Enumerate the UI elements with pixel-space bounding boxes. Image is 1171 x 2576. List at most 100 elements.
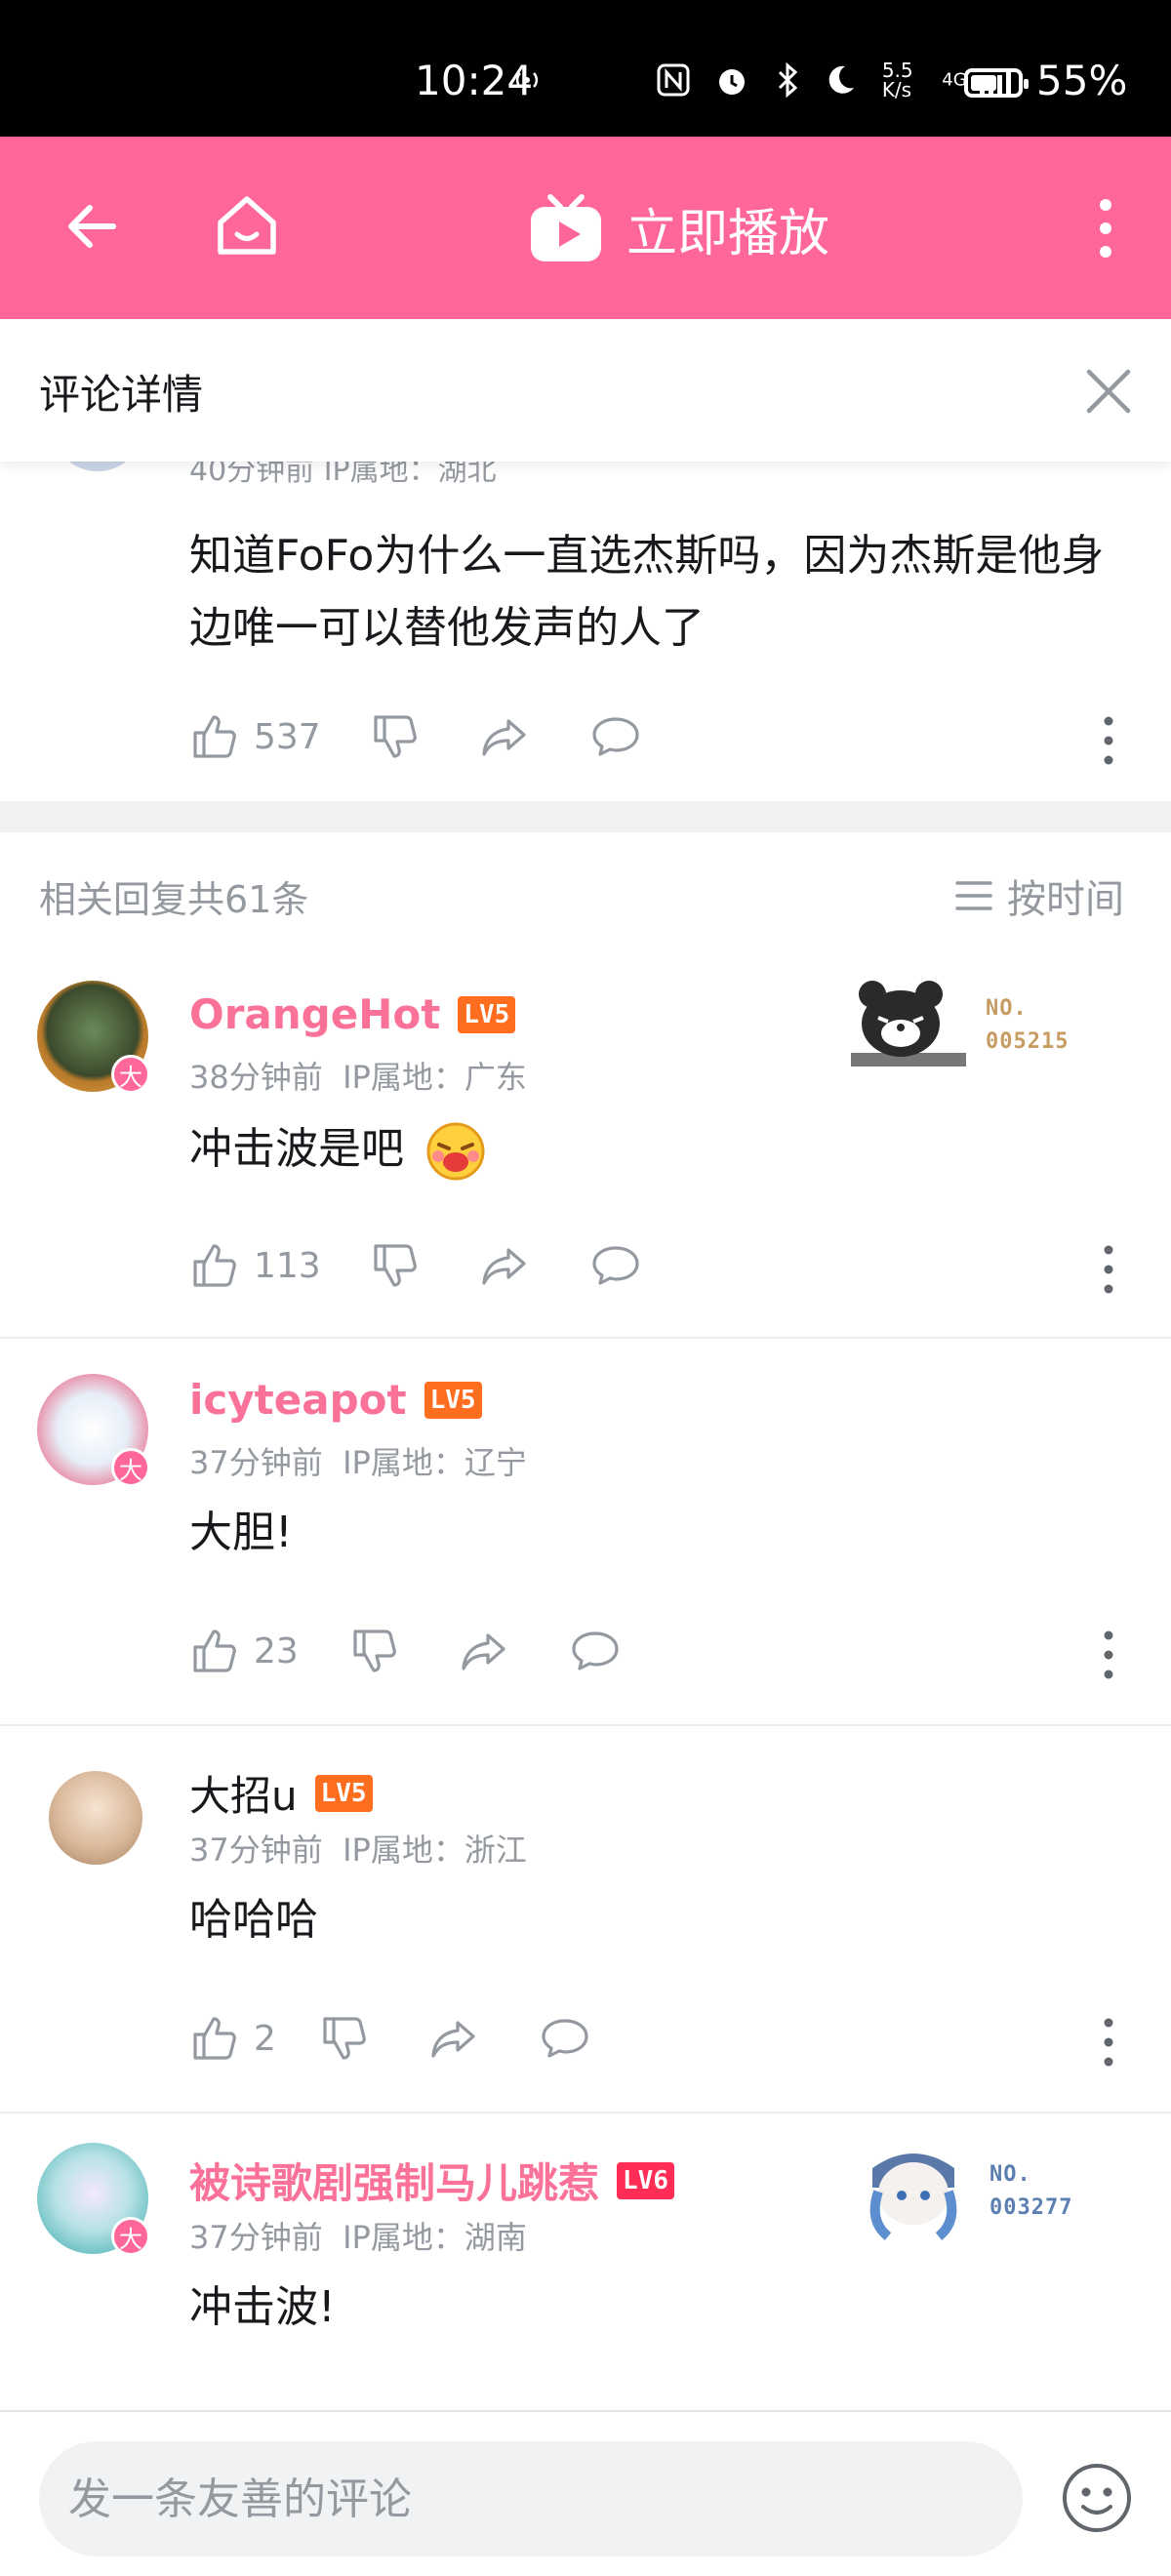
reply-ip: IP属地：辽宁 <box>343 1444 527 1481</box>
emoji-icon[interactable] <box>1060 2461 1134 2535</box>
avatar[interactable]: 大 <box>37 2143 150 2256</box>
alarm-icon <box>719 69 746 95</box>
reply-item: 大招u LV5 37分钟前 IP属地：浙江 哈哈哈 2 <box>0 1726 1171 2113</box>
level-badge: LV6 <box>617 2161 674 2199</box>
main-comment: 40分钟前 IP属地：湖北 知道FoFo为什么一直选杰斯吗，因为杰斯是他身边唯一… <box>0 432 1171 801</box>
reply-item: 大 被诗歌剧强制马儿跳惹 LV6 37分钟前 IP属地：湖南 NO. 00327… <box>0 2113 1171 2435</box>
reply-actions: 2 <box>189 2013 590 2064</box>
reply-actions: 113 <box>189 1240 641 1291</box>
reply-actions: 23 <box>189 1626 621 1676</box>
moon-icon <box>829 65 855 94</box>
medal-id: 003277 <box>989 2195 1073 2220</box>
status-bar: 10:24 5.5 K/s 4G 55% <box>0 0 1171 137</box>
reply-text: 大胆! <box>189 1508 293 1557</box>
reply-username-row: 被诗歌剧强制马儿跳惹 LV6 <box>189 2151 674 2210</box>
reply-meta: 37分钟前 IP属地：浙江 <box>189 1826 527 1871</box>
medal-id: 005215 <box>986 1029 1070 1054</box>
dislike-icon[interactable] <box>370 1240 421 1291</box>
main-comment-actions: 537 <box>189 711 641 762</box>
reply-icon[interactable] <box>570 1626 621 1676</box>
share-icon[interactable] <box>428 2013 479 2064</box>
comment-more-icon[interactable] <box>1101 2015 1116 2070</box>
like-icon[interactable] <box>189 1626 240 1676</box>
back-arrow-icon[interactable] <box>61 195 123 258</box>
reply-meta: 38分钟前 IP属地：广东 <box>189 1053 527 1098</box>
like-icon[interactable] <box>189 711 240 762</box>
reply-username[interactable]: OrangeHot <box>189 990 440 1038</box>
sort-by-time-button[interactable]: 按时间 <box>954 867 1124 924</box>
reply-time: 37分钟前 <box>189 1444 323 1481</box>
level-badge: LV5 <box>424 1381 482 1419</box>
reply-count: 相关回复共61条 <box>39 878 309 921</box>
medal-number: NO. 005215 <box>986 992 1069 1059</box>
reply-meta: 37分钟前 IP属地：辽宁 <box>189 1438 527 1483</box>
section-divider <box>0 801 1171 832</box>
dislike-icon[interactable] <box>319 2013 370 2064</box>
reply-text-row: 冲击波是吧 <box>189 1113 486 1186</box>
avatar[interactable] <box>49 1771 142 1865</box>
reply-time: 37分钟前 <box>189 1831 323 1869</box>
battery-icon <box>964 68 1029 98</box>
share-icon[interactable] <box>459 1626 509 1676</box>
reply-text: 冲击波! <box>189 2282 336 2332</box>
replies-header: 相关回复共61条 按时间 <box>0 832 1171 955</box>
bluetooth-icon <box>778 61 798 99</box>
net-speed: 5.5 K/s <box>881 59 913 101</box>
signal-type: 4G <box>942 69 967 91</box>
share-icon[interactable] <box>479 711 530 762</box>
reply-icon[interactable] <box>540 2013 590 2064</box>
reply-text: 哈哈哈 <box>189 1895 318 1945</box>
reply-username[interactable]: 大招u <box>189 1763 298 1823</box>
medal-no-label: NO. <box>989 2162 1031 2187</box>
reply-icon[interactable] <box>590 711 641 762</box>
close-icon[interactable] <box>1085 368 1132 415</box>
hotspot-icon <box>515 72 539 88</box>
comment-more-icon[interactable] <box>1101 1242 1116 1297</box>
character-medal-icon <box>869 2153 957 2240</box>
comment-more-icon[interactable] <box>1101 713 1116 768</box>
reply-time: 37分钟前 <box>189 2219 323 2256</box>
reply-text: 冲击波是吧 <box>189 1124 404 1174</box>
play-now-label: 立即播放 <box>626 204 830 263</box>
medal-no-label: NO. <box>986 996 1028 1021</box>
comment-more-icon[interactable] <box>1101 1628 1116 1682</box>
tv-play-icon <box>531 194 601 262</box>
reply-username-row: icyteapot LV5 <box>189 1376 482 1424</box>
home-icon[interactable] <box>213 191 281 260</box>
like-count: 23 <box>254 1630 299 1671</box>
sort-list-icon <box>955 881 992 910</box>
reply-meta: 37分钟前 IP属地：湖南 <box>189 2213 527 2258</box>
like-count: 113 <box>254 1245 321 1286</box>
avatar[interactable]: 大 <box>37 1374 150 1487</box>
battery-percent: 55% <box>1036 57 1128 104</box>
reply-time: 38分钟前 <box>189 1059 323 1096</box>
vip-badge: 大 <box>111 2217 150 2256</box>
like-count: 2 <box>254 2018 276 2059</box>
reply-username[interactable]: 被诗歌剧强制马儿跳惹 <box>189 2151 599 2210</box>
avatar[interactable]: 大 <box>37 981 150 1094</box>
fan-medal: NO. 005215 <box>849 977 1069 1074</box>
comment-detail-title: 评论详情 <box>39 371 204 419</box>
vip-badge: 大 <box>111 1055 150 1094</box>
like-icon[interactable] <box>189 2013 240 2064</box>
medal-number: NO. 003277 <box>989 2158 1072 2225</box>
reply-item: 大 OrangeHot LV5 38分钟前 IP属地：广东 NO. 005215… <box>0 955 1171 1339</box>
fan-medal: NO. 003277 <box>853 2143 1072 2240</box>
status-icons <box>512 62 542 95</box>
more-options-icon[interactable] <box>1091 197 1120 260</box>
level-badge: LV5 <box>458 995 516 1033</box>
laughing-emoji-icon <box>426 1122 485 1181</box>
reply-username[interactable]: icyteapot <box>189 1376 407 1424</box>
reply-username-row: 大招u LV5 <box>189 1763 373 1823</box>
dislike-icon[interactable] <box>370 711 421 762</box>
reply-username-row: OrangeHot LV5 <box>189 990 516 1038</box>
level-badge: LV5 <box>314 1774 373 1812</box>
play-now-button[interactable]: 立即播放 <box>527 191 829 265</box>
reply-icon[interactable] <box>590 1240 641 1291</box>
comment-input[interactable] <box>39 2441 1023 2556</box>
like-icon[interactable] <box>189 1240 240 1291</box>
like-count: 537 <box>254 716 321 757</box>
nfc-icon <box>657 63 690 97</box>
dislike-icon[interactable] <box>349 1626 400 1676</box>
share-icon[interactable] <box>479 1240 530 1291</box>
